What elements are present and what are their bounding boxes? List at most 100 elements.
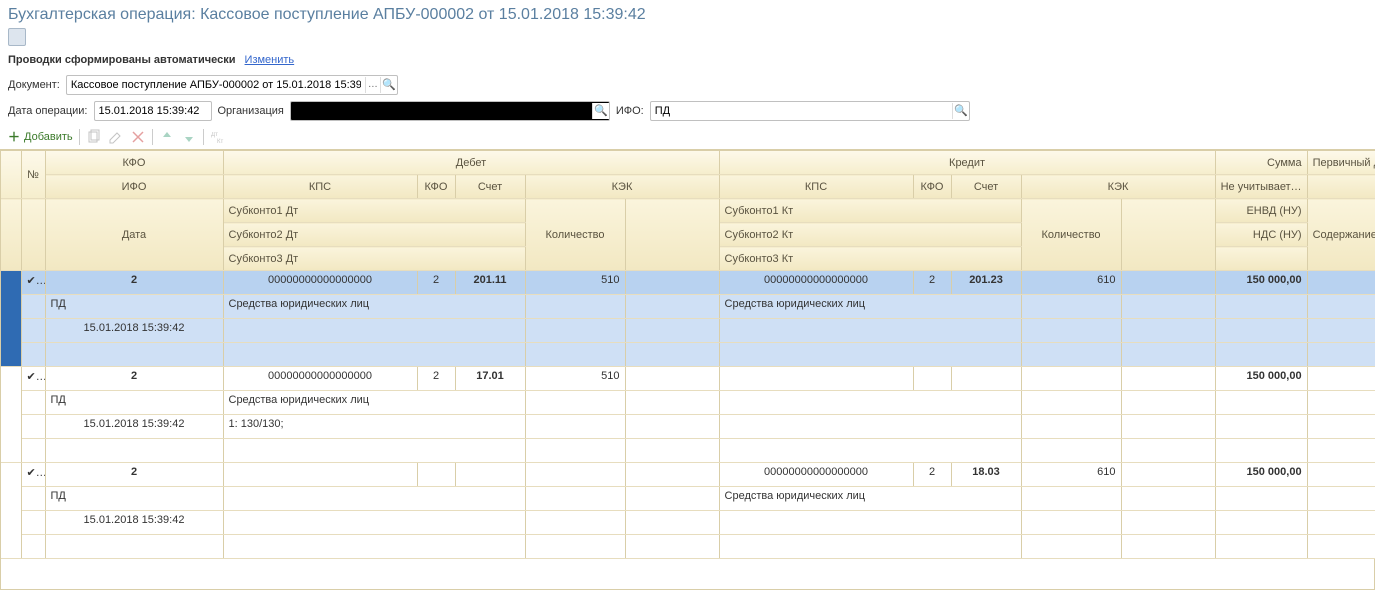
col-date: Дата bbox=[1307, 175, 1375, 199]
cell-d-acct: 17.01 bbox=[455, 367, 525, 391]
col-sub3d: Субконто3 Дт bbox=[223, 247, 525, 271]
cell-k-kek bbox=[1021, 367, 1121, 391]
grid-toolbar: ＋ Добавить ДтКт bbox=[0, 124, 1375, 150]
col-ifo: ИФО bbox=[45, 175, 223, 199]
org-field[interactable]: 🔍 bbox=[290, 101, 610, 121]
search-icon[interactable]: 🔍 bbox=[952, 103, 969, 119]
cell-k-kfo bbox=[913, 367, 951, 391]
cell-d-kfo bbox=[417, 463, 455, 487]
ellipsis-icon[interactable]: … bbox=[365, 77, 380, 93]
cell-k-qty bbox=[1121, 367, 1215, 391]
table-row[interactable]: 15.01.2018 15:39:42 1: 130/130; bbox=[1, 415, 1375, 439]
table-row[interactable]: ПД Средства юридических лиц Средства юри… bbox=[1, 295, 1375, 319]
cell-empty bbox=[21, 487, 45, 511]
cell-k-sub3 bbox=[719, 439, 1021, 463]
org-label: Организация bbox=[218, 105, 284, 117]
report-icon[interactable] bbox=[8, 28, 26, 46]
cell-date bbox=[1307, 271, 1375, 295]
col-rowdate: Дата bbox=[45, 199, 223, 271]
cell-d-kek: 510 bbox=[525, 271, 625, 295]
dtkr-icon[interactable]: ДтКт bbox=[210, 129, 226, 145]
copy-icon[interactable] bbox=[86, 129, 102, 145]
col-kps-k: КПС bbox=[719, 175, 913, 199]
col-sub1k: Субконто1 Кт bbox=[719, 199, 1021, 223]
move-up-icon[interactable] bbox=[159, 129, 175, 145]
cell-d-acct bbox=[455, 463, 525, 487]
cell-d-sub1: Средства юридических лиц bbox=[223, 295, 525, 319]
row-check-icon: ✔ 3 bbox=[21, 463, 45, 487]
col-qty-d: Количество bbox=[525, 199, 625, 271]
cell-ifo: ПД bbox=[45, 487, 223, 511]
cell-k-kek: 610 bbox=[1021, 463, 1121, 487]
cell-d-kek bbox=[525, 463, 625, 487]
col-sum: Сумма bbox=[1215, 151, 1307, 175]
col-kfo2-k: КФО bbox=[913, 175, 951, 199]
row-check-icon: ✔ 1 bbox=[21, 271, 45, 295]
cell-kfo: 2 bbox=[45, 367, 223, 391]
col-kek-k: КЭК bbox=[1021, 175, 1215, 199]
table-row[interactable] bbox=[1, 439, 1375, 463]
entries-grid[interactable]: № КФО Дебет Кредит Сумма Первичный докум… bbox=[0, 150, 1375, 590]
cell-date: 15.01.2018 15:39:42 bbox=[45, 511, 223, 535]
cell-d-kps bbox=[223, 463, 417, 487]
table-row[interactable]: ПД Средства юридических лиц bbox=[1, 487, 1375, 511]
cell-d-sub3 bbox=[223, 535, 525, 559]
table-row[interactable]: 15.01.2018 15:39:42 bbox=[1, 511, 1375, 535]
table-row[interactable] bbox=[1, 343, 1375, 367]
col-qty-k: Количество bbox=[1021, 199, 1121, 271]
cell-k-qty bbox=[1121, 463, 1215, 487]
cell-k-acct bbox=[951, 367, 1021, 391]
move-down-icon[interactable] bbox=[181, 129, 197, 145]
cell-k-sub2 bbox=[719, 319, 1021, 343]
plus-icon: ＋ bbox=[8, 128, 20, 145]
cell-k-acct: 201.23 bbox=[951, 271, 1021, 295]
cell-k-sub1 bbox=[719, 391, 1021, 415]
col-debit: Дебет bbox=[223, 151, 719, 175]
doc-input[interactable] bbox=[67, 77, 365, 93]
cell-sum: 150 000,00 bbox=[1215, 271, 1307, 295]
col-envd: ЕНВД (НУ) bbox=[1215, 199, 1307, 223]
cell-ifo: ПД bbox=[45, 295, 223, 319]
cell-d-qty bbox=[625, 367, 719, 391]
ifo-field[interactable]: 🔍 bbox=[650, 101, 970, 121]
doc-label: Документ: bbox=[8, 79, 60, 91]
table-row[interactable]: ✔ 3 2 00000000000000000 2 18.03 610 150 … bbox=[1, 463, 1375, 487]
col-primary: Первичный документ bbox=[1307, 151, 1375, 175]
search-icon[interactable]: 🔍 bbox=[592, 103, 609, 119]
cell-d-sub1: Средства юридических лиц bbox=[223, 391, 525, 415]
cell-d-sub2 bbox=[223, 319, 525, 343]
date-input[interactable] bbox=[95, 103, 211, 119]
page-title: Бухгалтерская операция: Кассовое поступл… bbox=[0, 0, 1375, 26]
add-button[interactable]: ＋ Добавить bbox=[8, 128, 73, 145]
add-label: Добавить bbox=[24, 131, 73, 143]
ifo-label: ИФО: bbox=[616, 105, 644, 117]
ifo-input[interactable] bbox=[651, 103, 952, 119]
cell-date: 15.01.2018 15:39:42 bbox=[45, 415, 223, 439]
delete-icon[interactable] bbox=[130, 129, 146, 145]
change-link[interactable]: Изменить bbox=[245, 54, 295, 66]
cell-k-sub1: Средства юридических лиц bbox=[719, 487, 1021, 511]
row-marker[interactable] bbox=[1, 271, 21, 367]
table-row[interactable]: ✔ 1 2 00000000000000000 2 201.11 510 000… bbox=[1, 271, 1375, 295]
table-row[interactable]: ПД Средства юридических лиц bbox=[1, 391, 1375, 415]
cell-k-kps: 00000000000000000 bbox=[719, 463, 913, 487]
col-kfo: КФО bbox=[45, 151, 223, 175]
row-marker[interactable] bbox=[1, 367, 21, 463]
row-marker[interactable] bbox=[1, 463, 21, 559]
cell-empty bbox=[21, 391, 45, 415]
doc-field[interactable]: … 🔍 bbox=[66, 75, 398, 95]
cell-k-kfo: 2 bbox=[913, 463, 951, 487]
col-sub2k: Субконто2 Кт bbox=[719, 223, 1021, 247]
org-input[interactable] bbox=[291, 103, 592, 119]
cell-d-kfo: 2 bbox=[417, 271, 455, 295]
table-row[interactable] bbox=[1, 535, 1375, 559]
cell-k-sub2 bbox=[719, 511, 1021, 535]
col-nu: Не учитывается (НУ) bbox=[1215, 175, 1307, 199]
search-icon[interactable]: 🔍 bbox=[380, 77, 397, 93]
table-row[interactable]: 15.01.2018 15:39:42 bbox=[1, 319, 1375, 343]
table-row[interactable]: ✔ 2 2 00000000000000000 2 17.01 510 150 … bbox=[1, 367, 1375, 391]
date-field[interactable] bbox=[94, 101, 212, 121]
edit-icon[interactable] bbox=[108, 129, 124, 145]
cell-k-sub1: Средства юридических лиц bbox=[719, 295, 1021, 319]
cell-ifo: ПД bbox=[45, 391, 223, 415]
